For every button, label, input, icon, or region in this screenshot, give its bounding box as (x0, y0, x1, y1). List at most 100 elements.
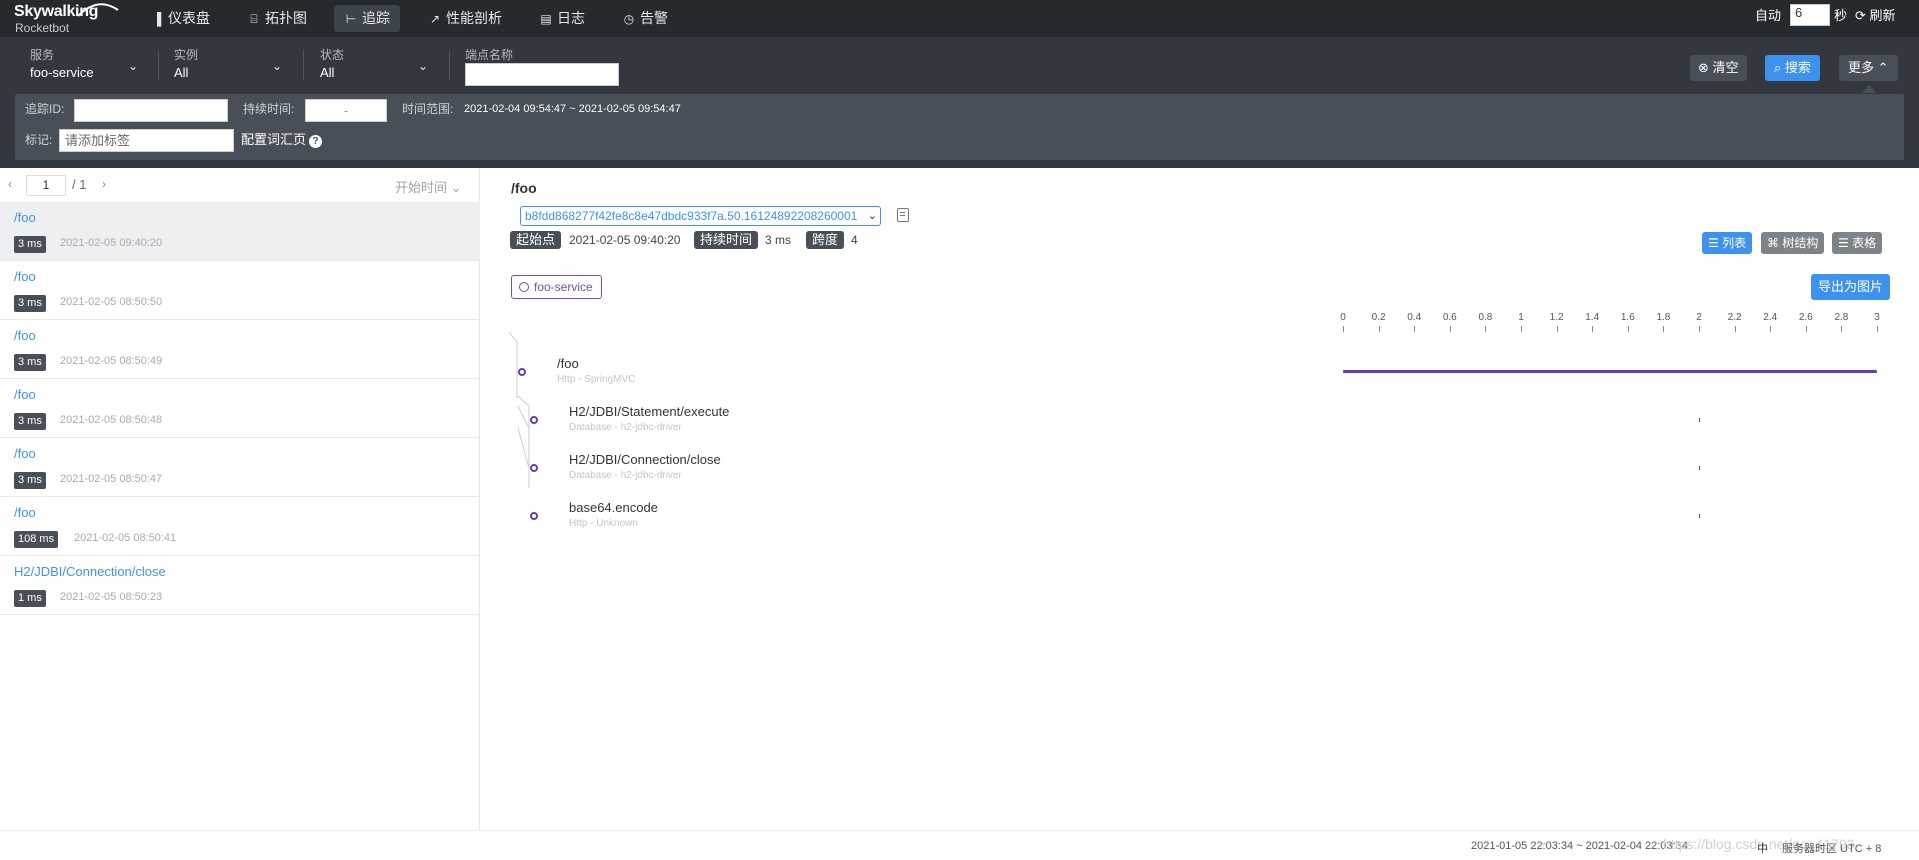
trace-endpoint: /foo (14, 328, 36, 343)
clear-button[interactable]: ⊗ 清空 (1690, 55, 1747, 81)
nav-dashboard[interactable]: ▐ 仪表盘 (140, 5, 220, 32)
sort-select[interactable]: 开始时间 ⌄ (395, 177, 462, 196)
span-bar[interactable] (1343, 370, 1877, 373)
logo-arc-icon (77, 3, 119, 17)
clear-icon: ⊗ (1698, 60, 1709, 75)
trace-time: 2021-02-05 08:50:50 (60, 296, 163, 308)
chevron-down-icon: ⌄ (272, 59, 283, 73)
prev-page-icon[interactable]: ‹ (8, 177, 12, 191)
axis-tick-label: 0.2 (1371, 312, 1386, 323)
status-select[interactable]: 状态 All ⌄ (320, 46, 430, 82)
search-label: 搜索 (1784, 60, 1811, 75)
trace-endpoint: /foo (14, 505, 36, 520)
trace-title: /foo (511, 180, 537, 196)
span-bar[interactable] (1699, 466, 1700, 470)
trace-time: 2021-02-05 08:50:48 (60, 414, 163, 426)
axis-tick-label: 2.6 (1798, 312, 1813, 323)
time-range-label: 时间范围: (402, 102, 454, 116)
view-list-button[interactable]: ☰ 列表 (1702, 232, 1753, 254)
axis-tick-label: 2 (1696, 312, 1702, 323)
help-icon[interactable]: ? (309, 135, 323, 148)
trace-time: 2021-02-05 08:50:47 (60, 473, 163, 485)
span-bar[interactable] (1699, 418, 1700, 422)
axis-tick (1592, 326, 1594, 332)
nav-log-label: 日志 (557, 10, 585, 26)
more-button[interactable]: 更多 ⌃ (1839, 55, 1898, 81)
trace-duration-badge: 1 ms (14, 590, 46, 607)
duration-input[interactable]: - (305, 99, 387, 122)
refresh-button[interactable]: ⟳ 刷新 (1855, 0, 1896, 31)
span-name[interactable]: base64.encode (569, 500, 658, 515)
trace-list-item[interactable]: /foo 3 ms 2021-02-05 08:50:49 (0, 320, 480, 379)
trace-endpoint: /foo (14, 269, 36, 284)
nav-alarm[interactable]: ◷ 告警 (612, 5, 678, 32)
axis-tick (1449, 326, 1451, 332)
trace-id-label: 追踪ID: (25, 102, 65, 116)
trace-endpoint: H2/JDBI/Connection/close (14, 564, 166, 579)
view-table-label: 表格 (1852, 236, 1877, 250)
axis-tick (1485, 326, 1487, 332)
nav-dashboard-label: 仪表盘 (168, 10, 210, 26)
axis-tick (1414, 326, 1416, 332)
endpoint-input[interactable] (465, 63, 619, 86)
page-input[interactable]: 1 (26, 175, 66, 196)
start-value: 2021-02-05 09:40:20 (569, 233, 681, 247)
span-bar[interactable] (1699, 514, 1700, 518)
trace-list-item[interactable]: /foo 3 ms 2021-02-05 08:50:48 (0, 379, 480, 438)
trace-endpoint: /foo (14, 446, 36, 461)
trace-list-item[interactable]: /foo 108 ms 2021-02-05 08:50:41 (0, 497, 480, 556)
trace-id-select[interactable]: b8fdd868277f42fe8c8e47dbdc933f7a.50.1612… (520, 206, 881, 226)
config-vocab-link[interactable]: 配置词汇页? (241, 129, 323, 151)
copy-icon[interactable] (897, 208, 909, 222)
service-select[interactable]: 服务 foo-service ⌄ (30, 46, 140, 82)
divider (158, 50, 159, 80)
trace-list-item[interactable]: /foo 3 ms 2021-02-05 09:40:20 (0, 202, 480, 261)
trace-list-item[interactable]: /foo 3 ms 2021-02-05 08:50:47 (0, 438, 480, 497)
view-list-label: 列表 (1722, 236, 1747, 250)
service-tag[interactable]: foo-service (511, 275, 602, 299)
logo: Skywalking Rocketbot (14, 2, 119, 36)
trace-duration-badge: 3 ms (14, 413, 46, 430)
axis-tick (1378, 326, 1380, 332)
footer-time-range[interactable]: 2021-01-05 22:03:34 ~ 2021-02-04 22:03:3… (1471, 840, 1688, 852)
trace-list-item[interactable]: /foo 3 ms 2021-02-05 08:50:50 (0, 261, 480, 320)
span-component: Database - h2-jdbc-driver (569, 470, 682, 481)
refresh-label: 刷新 (1869, 8, 1896, 23)
tree-icon: ⌘ (1767, 236, 1779, 250)
sort-label: 开始时间 (395, 180, 448, 195)
nav-log[interactable]: ▤ 日志 (529, 5, 595, 32)
start-badge: 起始点 (510, 231, 562, 249)
instance-select[interactable]: 实例 All ⌄ (174, 46, 284, 82)
search-button[interactable]: ⌕ 搜索 (1765, 55, 1820, 81)
nav-trace[interactable]: ⊢ 追踪 (334, 5, 400, 32)
trace-duration-badge: 3 ms (14, 472, 46, 489)
span-name[interactable]: /foo (557, 356, 579, 371)
trace-id-input[interactable] (74, 99, 228, 122)
tag-input[interactable]: 请添加标签 (59, 129, 234, 152)
nav-topology[interactable]: ⌸ 拓扑图 (237, 5, 317, 32)
time-range-value[interactable]: 2021-02-04 09:54:47 ~ 2021-02-05 09:54:4… (464, 98, 681, 120)
topology-icon: ⌸ (250, 12, 258, 26)
nav-profile[interactable]: ↗ 性能剖析 (418, 5, 512, 32)
trace-list-item[interactable]: H2/JDBI/Connection/close 1 ms 2021-02-05… (0, 556, 480, 615)
axis-tick-label: 1.4 (1585, 312, 1600, 323)
export-image-button[interactable]: 导出为图片 (1811, 274, 1891, 300)
next-page-icon[interactable]: › (102, 177, 106, 191)
divider (303, 50, 304, 80)
log-icon: ▤ (540, 12, 552, 26)
filter-bar: 服务 foo-service ⌄ 实例 All ⌄ 状态 All ⌄ 端点名称 … (0, 37, 1919, 168)
span-name[interactable]: H2/JDBI/Statement/execute (569, 404, 729, 419)
language-toggle[interactable]: 中 (1757, 840, 1768, 856)
span-badge: 跨度 (806, 231, 845, 249)
trace-list-panel: ‹ 1 / 1 › 开始时间 ⌄ /foo 3 ms 2021-02-05 09… (0, 168, 480, 830)
chevron-down-icon: ⌄ (418, 59, 429, 73)
instance-value: All (174, 65, 189, 80)
footer: 2021-01-05 22:03:34 ~ 2021-02-04 22:03:3… (0, 830, 1919, 860)
view-table-button[interactable]: ☰ 表格 (1832, 232, 1883, 254)
refresh-interval-input[interactable]: 6 (1790, 4, 1830, 26)
view-tree-button[interactable]: ⌘ 树结构 (1761, 232, 1825, 254)
trace-duration-badge: 3 ms (14, 295, 46, 312)
span-node-icon (518, 368, 526, 376)
span-name[interactable]: H2/JDBI/Connection/close (569, 452, 721, 467)
pagination: ‹ 1 / 1 › 开始时间 ⌄ (0, 168, 480, 202)
